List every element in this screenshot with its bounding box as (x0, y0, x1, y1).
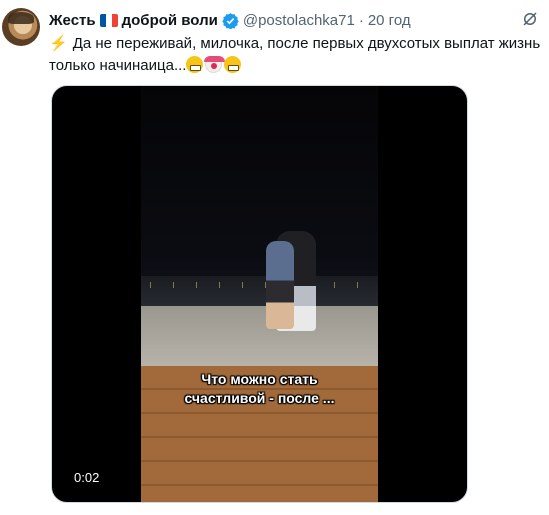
video-timecode: 0:02 (71, 469, 103, 486)
tweet-timestamp[interactable]: 20 год (368, 12, 411, 29)
tweet-header: Жесть доброй воли @postolachka71 · 20 го… (49, 10, 411, 30)
display-name-suffix[interactable]: доброй воли (122, 12, 218, 29)
user-handle[interactable]: @postolachka71 (243, 12, 355, 29)
grok-icon[interactable] (521, 10, 539, 28)
lightning-bolt-icon: ⚡ (49, 35, 68, 52)
city-lights (141, 282, 378, 288)
video-frame: Что можно стать счастливой - после ... (141, 86, 378, 502)
user-avatar[interactable] (2, 8, 40, 46)
grimacing-face-emoji (224, 56, 242, 73)
stone-pavement (141, 306, 378, 366)
grimacing-face-emoji (186, 56, 204, 73)
tweet-text-line-2: только начинаица... (49, 57, 187, 74)
separator-dot: · (358, 11, 364, 29)
tweet-text-line-1: Да не переживай, милочка, после первых д… (72, 35, 541, 52)
france-flag-icon (99, 13, 118, 27)
video-caption: Что можно стать счастливой - после ... (141, 370, 378, 408)
display-name[interactable]: Жесть (49, 12, 96, 29)
video-player[interactable]: Что можно стать счастливой - после ... 0… (51, 85, 468, 503)
clown-face-emoji (204, 56, 226, 73)
verified-badge-icon (222, 12, 239, 29)
city-skyline (141, 276, 378, 306)
person-figure (266, 241, 294, 329)
video-caption-line-1: Что можно стать (201, 371, 318, 387)
tweet-text: ⚡ Да не переживай, милочка, после первых … (49, 33, 549, 77)
video-caption-line-2: счастливой - после ... (184, 390, 335, 406)
